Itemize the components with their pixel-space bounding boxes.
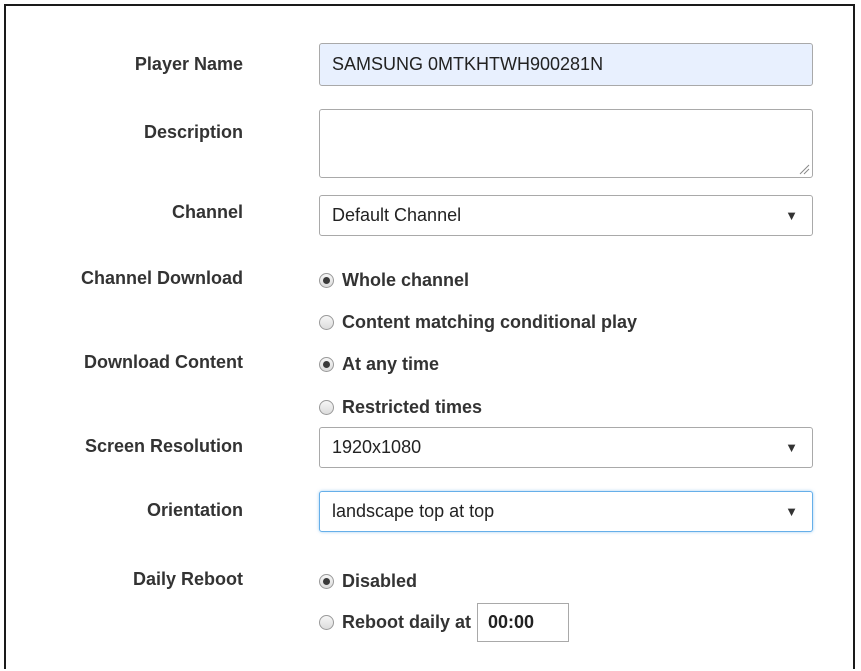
description-label: Description [143,122,243,142]
radio-reboot-daily-label: Reboot daily at [342,612,472,632]
chevron-down-icon: ▼ [785,208,798,223]
radio-whole-channel-label: Whole channel [342,270,470,290]
channel-label: Channel [171,202,243,222]
radio-button-unchecked[interactable] [319,615,334,630]
radio-any-time[interactable]: At any time [319,354,439,375]
radio-button-checked[interactable] [319,357,334,372]
reboot-time-input[interactable]: 00:00 [477,603,570,642]
orientation-label: Orientation [146,500,243,520]
description-textarea[interactable] [319,109,813,178]
radio-reboot-disabled[interactable]: Disabled [319,571,417,592]
daily-reboot-label: Daily Reboot [132,569,243,589]
radio-content-matching-label: Content matching conditional play [342,312,638,332]
screen-resolution-value: 1920x1080 [332,437,422,457]
resize-grip-icon[interactable] [798,163,810,175]
radio-reboot-disabled-label: Disabled [342,571,418,591]
screen-resolution-select[interactable]: 1920x1080 ▼ [319,427,813,468]
chevron-down-icon: ▼ [785,504,798,519]
radio-button-unchecked[interactable] [319,400,334,415]
radio-content-matching[interactable]: Content matching conditional play [319,312,637,333]
orientation-select[interactable]: landscape top at top ▼ [319,491,813,532]
channel-select-value: Default Channel [332,205,462,225]
radio-button-checked[interactable] [319,273,334,288]
player-settings-panel: Player Name SAMSUNG 0MTKHTWH900281N Desc… [4,4,855,669]
channel-select[interactable]: Default Channel ▼ [319,195,813,236]
player-name-input[interactable]: SAMSUNG 0MTKHTWH900281N [319,43,813,86]
screen-resolution-label: Screen Resolution [84,436,243,456]
radio-whole-channel[interactable]: Whole channel [319,270,469,291]
radio-button-unchecked[interactable] [319,315,334,330]
chevron-down-icon: ▼ [785,440,798,455]
radio-button-checked[interactable] [319,574,334,589]
player-name-label: Player Name [134,54,243,74]
radio-restricted-times-label: Restricted times [342,397,483,417]
channel-download-label: Channel Download [81,268,243,288]
download-content-label: Download Content [84,352,243,372]
radio-restricted-times[interactable]: Restricted times [319,397,482,418]
radio-reboot-daily[interactable]: Reboot daily at 00:00 [319,603,570,642]
orientation-value: landscape top at top [332,501,495,521]
radio-any-time-label: At any time [342,354,440,374]
player-name-value: SAMSUNG 0MTKHTWH900281N [332,54,604,74]
